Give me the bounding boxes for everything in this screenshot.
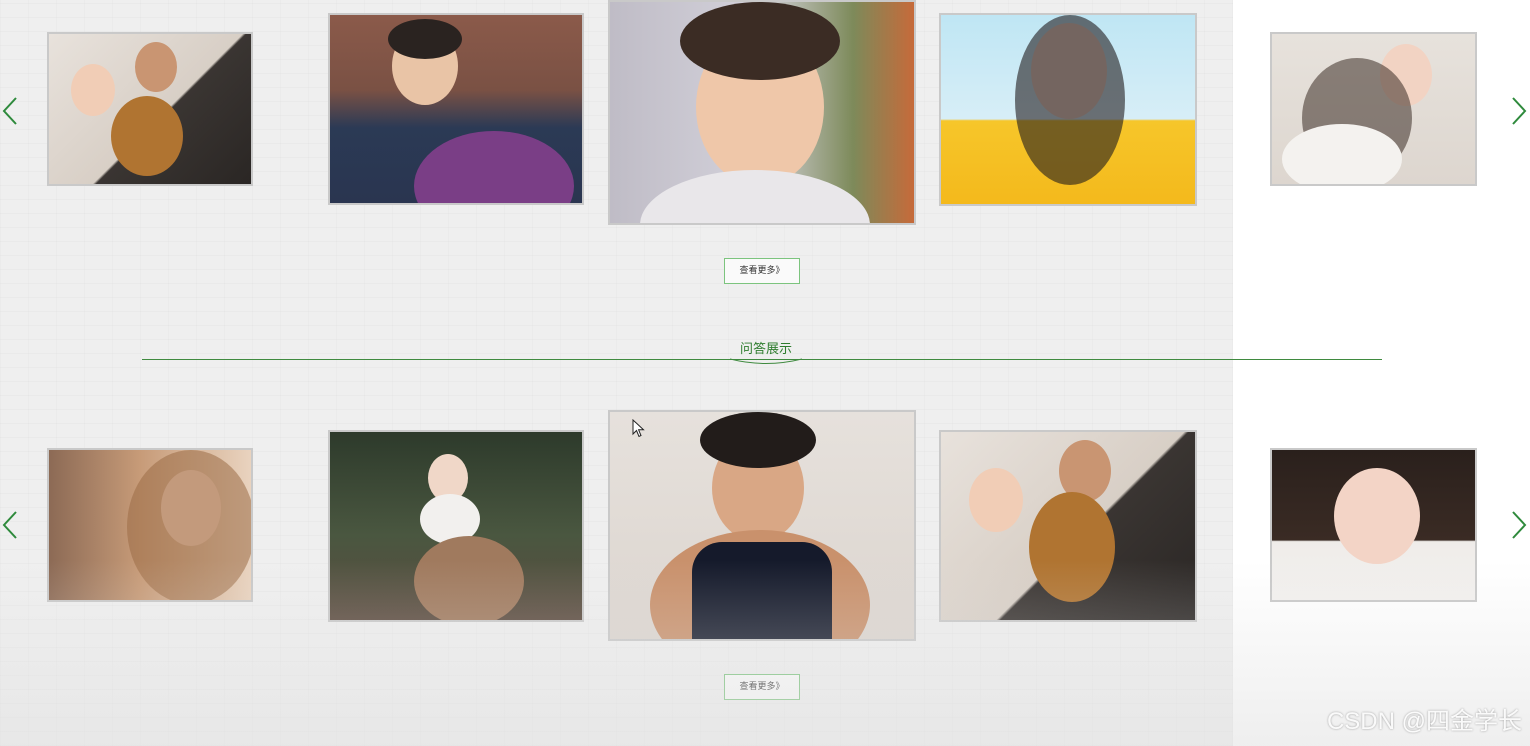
next-arrow-icon[interactable] [1505, 94, 1529, 128]
girl-yellow-shirt-photo [941, 15, 1195, 204]
more-button-top[interactable]: 查看更多》 [724, 258, 800, 284]
photo-card-5[interactable] [1270, 32, 1477, 186]
photo-card-3[interactable] [608, 0, 916, 225]
section-title-underline [730, 358, 802, 364]
girl-sunlight-photo [49, 450, 251, 600]
photo-card-6[interactable] [47, 448, 253, 602]
photo-card-9[interactable] [939, 430, 1197, 622]
prev-arrow-icon[interactable] [0, 508, 24, 542]
photo-card-2[interactable] [328, 13, 584, 205]
photo-card-1[interactable] [47, 32, 253, 186]
mouse-cursor-icon [632, 419, 645, 438]
boy-with-backpack-photo [330, 15, 582, 203]
couple-with-dog-photo [941, 432, 1195, 620]
couple-with-dog-photo [49, 34, 251, 184]
next-arrow-icon[interactable] [1505, 508, 1529, 542]
watermark-text: CSDN @四金学长 [1326, 708, 1522, 735]
girl-sitting-forest-photo [330, 432, 582, 620]
prev-arrow-icon[interactable] [0, 94, 24, 128]
girl-long-hair-photo [1272, 34, 1475, 184]
photo-card-10[interactable] [1270, 448, 1477, 602]
section-title: 问答展示 [739, 341, 792, 356]
photo-card-7[interactable] [328, 430, 584, 622]
boy-with-flower-photo [610, 2, 914, 223]
girl-smiling-photo [1272, 450, 1475, 600]
photo-card-4[interactable] [939, 13, 1197, 206]
more-button-bottom[interactable]: 查看更多》 [724, 674, 800, 700]
man-black-tank-photo [610, 412, 914, 639]
photo-card-8[interactable] [608, 410, 916, 641]
